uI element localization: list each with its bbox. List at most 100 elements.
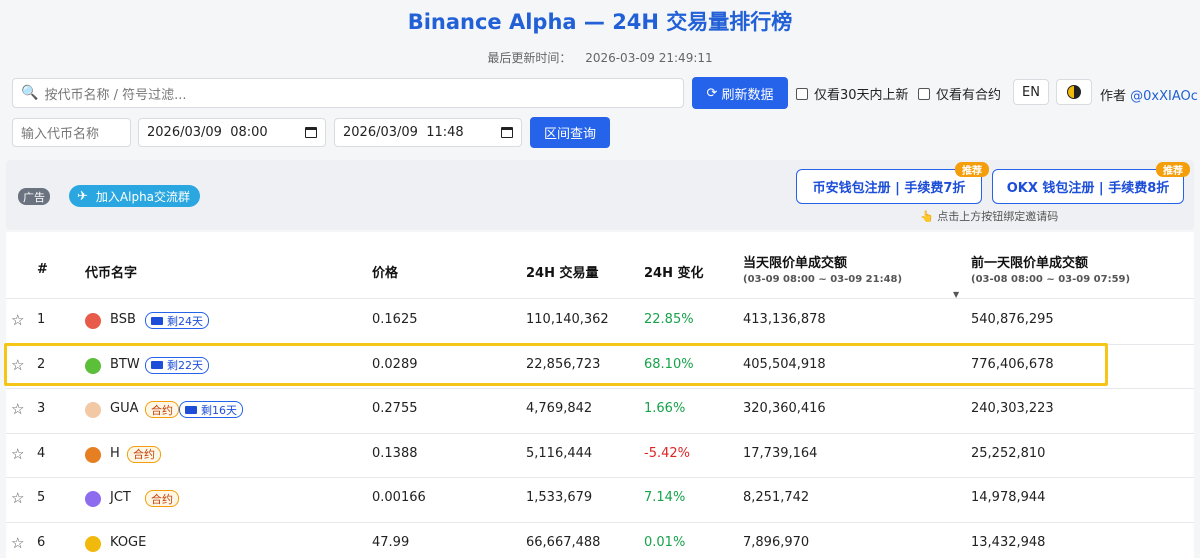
rank-cell: 6 [37, 534, 46, 550]
alpha-mini-icon [151, 316, 163, 325]
end-datetime-value: 2026/03/09 11:48 [343, 125, 464, 140]
favorite-star-icon[interactable]: ☆ [11, 311, 24, 329]
col-today-range: (03-09 08:00 ~ 03-09 21:48) [743, 274, 903, 285]
col-change[interactable]: 24H 变化 [644, 262, 704, 281]
rank-cell: 4 [37, 445, 46, 461]
author-label: 作者 [1100, 89, 1127, 104]
today-limit-cell: 17,739,164 [743, 445, 818, 461]
start-datetime-value: 2026/03/09 08:00 [147, 125, 268, 140]
join-group-label: 加入Alpha交流群 [95, 189, 191, 204]
contract-badge: 合约 [145, 401, 179, 419]
change-cell: 7.14% [644, 490, 686, 506]
volume-cell: 1,533,679 [526, 490, 593, 506]
today-limit-cell: 8,251,742 [743, 490, 810, 506]
theme-icon [1067, 85, 1081, 99]
start-datetime-input[interactable]: 2026/03/09 08:00 [138, 118, 326, 147]
contract-label: 仅看有合约 [936, 88, 1002, 103]
ad-tag: 广告 [18, 188, 50, 205]
favorite-star-icon[interactable]: ☆ [11, 400, 24, 418]
prev-limit-cell: 25,252,810 [971, 445, 1046, 461]
author-link[interactable]: @0xXIAOc [1130, 89, 1198, 104]
days-left-badge: 剩24天 [145, 312, 209, 330]
end-datetime-input[interactable]: 2026/03/09 11:48 [334, 118, 522, 147]
refresh-icon: ⟳ [706, 85, 718, 101]
today-limit-cell: 413,136,878 [743, 312, 826, 328]
join-group-button[interactable]: ✈ 加入Alpha交流群 [69, 185, 200, 207]
token-symbol[interactable]: BSB [110, 312, 136, 327]
refresh-button[interactable]: ⟳ 刷新数据 [692, 77, 788, 109]
days-left-badge: 剩16天 [179, 401, 243, 419]
prev-limit-cell: 540,876,295 [971, 312, 1054, 328]
token-logo-icon [85, 446, 101, 463]
recommend-badge: 推荐 [955, 162, 989, 177]
binance-referral-button[interactable]: 币安钱包注册 | 手续费7折 [796, 169, 982, 204]
updated-label: 最后更新时间： [487, 51, 572, 65]
token-logo-icon [85, 535, 101, 552]
pointer-icon: 👆 [920, 210, 934, 223]
search-input[interactable]: 🔍 按代币名称 / 符号过滤... [12, 78, 684, 108]
favorite-star-icon[interactable]: ☆ [11, 445, 24, 463]
search-icon: 🔍 [21, 85, 39, 101]
token-symbol[interactable]: GUA [110, 401, 138, 416]
token-name-input[interactable]: 输入代币名称 [12, 118, 131, 147]
author: 作者 @0xXIAOc [1100, 85, 1198, 104]
col-name[interactable]: 代币名字 [85, 262, 137, 281]
last-updated: 最后更新时间： 2026-03-09 21:49:11 [0, 49, 1200, 66]
alpha-mini-icon [185, 405, 197, 414]
prev-limit-cell: 14,978,944 [971, 490, 1046, 506]
rank-cell: 3 [37, 401, 46, 417]
change-cell: -5.42% [644, 445, 690, 461]
token-symbol[interactable]: H [110, 446, 120, 461]
checkbox-box[interactable] [918, 87, 930, 100]
days-left-text: 剩24天 [167, 314, 203, 328]
favorite-star-icon[interactable]: ☆ [11, 534, 24, 552]
okx-referral-button[interactable]: OKX 钱包注册 | 手续费8折 [992, 169, 1184, 204]
col-rank[interactable]: # [37, 262, 48, 277]
contract-badge: 合约 [127, 445, 161, 463]
checkbox-box[interactable] [796, 87, 808, 100]
change-cell: 1.66% [644, 401, 686, 417]
theme-toggle[interactable] [1056, 79, 1092, 105]
price-cell: 0.2755 [372, 401, 418, 417]
price-cell: 0.1625 [372, 312, 418, 328]
row-highlight [4, 343, 1108, 386]
new30-label: 仅看30天内上新 [814, 88, 909, 103]
new30-checkbox[interactable]: 仅看30天内上新 [796, 84, 909, 103]
col-price[interactable]: 价格 [372, 262, 398, 281]
favorite-star-icon[interactable]: ☆ [11, 489, 24, 507]
volume-cell: 110,140,362 [526, 312, 609, 328]
change-cell: 22.85% [644, 312, 694, 328]
language-toggle[interactable]: EN [1013, 79, 1049, 105]
telegram-icon: ✈ [77, 188, 88, 204]
rank-cell: 1 [37, 312, 46, 328]
contract-checkbox[interactable]: 仅看有合约 [918, 84, 1001, 103]
page-title: Binance Alpha — 24H 交易量排行榜 [407, 10, 793, 34]
calendar-icon[interactable] [305, 127, 317, 138]
today-limit-cell: 320,360,416 [743, 401, 826, 417]
updated-value: 2026-03-09 21:49:11 [585, 51, 713, 65]
search-placeholder: 按代币名称 / 符号过滤... [44, 87, 187, 103]
calendar-icon[interactable] [501, 127, 513, 138]
volume-cell: 4,769,842 [526, 401, 593, 417]
referral-hint: 👆 点击上方按钮绑定邀请码 [920, 208, 1058, 224]
col-prev-range: (03-08 08:00 ~ 03-09 07:59) [971, 274, 1131, 285]
price-cell: 0.1388 [372, 445, 418, 461]
days-left-text: 剩16天 [201, 403, 237, 417]
contract-badge: 合约 [145, 490, 179, 508]
col-prev-limit[interactable]: 前一天限价单成交额 [971, 252, 1088, 271]
prev-limit-cell: 240,303,223 [971, 401, 1054, 417]
price-cell: 0.00166 [372, 490, 426, 506]
volume-cell: 66,667,488 [526, 534, 601, 550]
token-symbol[interactable]: JCT [110, 490, 131, 505]
col-volume[interactable]: 24H 交易量 [526, 262, 599, 281]
token-symbol[interactable]: KOGE [110, 535, 146, 550]
change-cell: 0.01% [644, 534, 686, 550]
col-today-limit[interactable]: 当天限价单成交额 [743, 252, 847, 271]
recommend-badge: 推荐 [1156, 162, 1190, 177]
hint-text: 点击上方按钮绑定邀请码 [937, 210, 1059, 223]
range-query-button[interactable]: 区间查询 [530, 117, 610, 148]
rank-cell: 5 [37, 490, 46, 506]
prev-limit-cell: 13,432,948 [971, 534, 1046, 550]
volume-cell: 5,116,444 [526, 445, 593, 461]
price-cell: 47.99 [372, 534, 410, 550]
